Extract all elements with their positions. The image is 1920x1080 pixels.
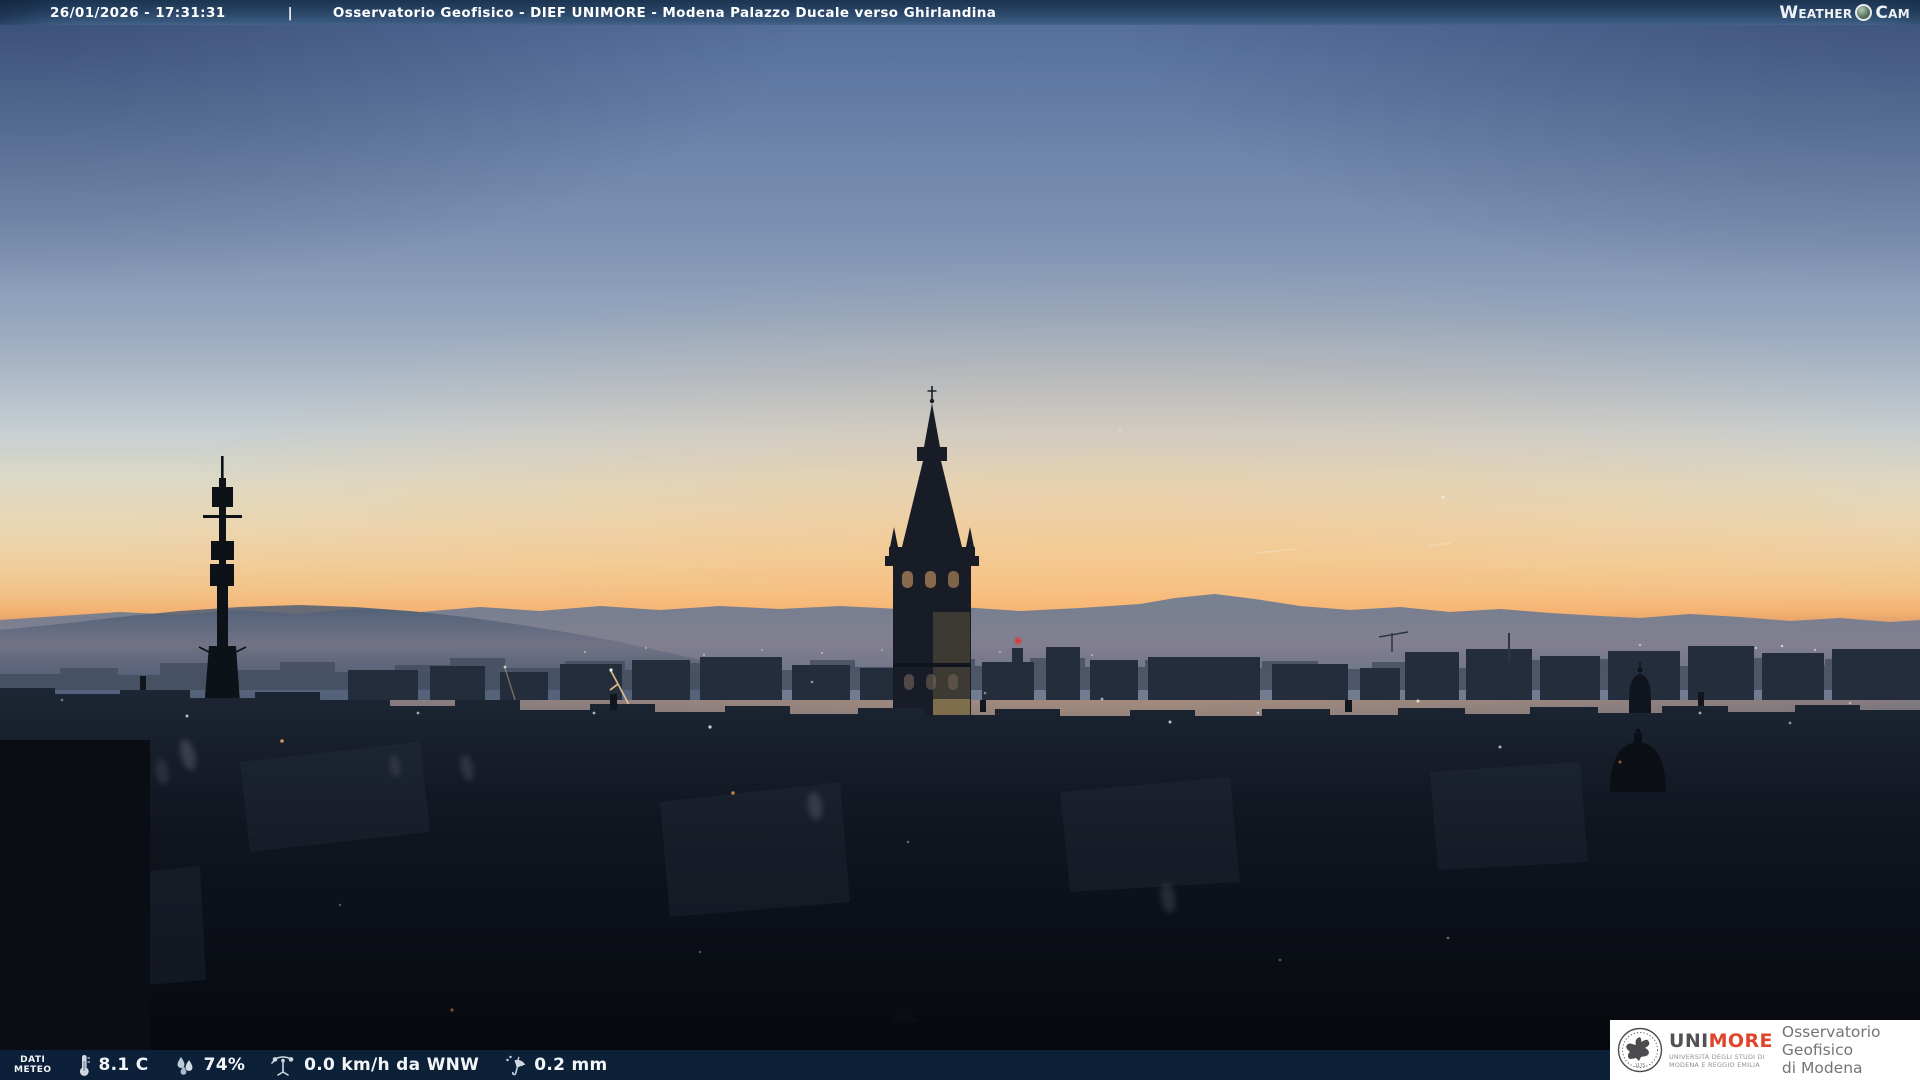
meteo-label: DATI METEO xyxy=(14,1055,52,1076)
weathercam-logo-cam: Cam xyxy=(1875,3,1910,23)
unimore-dept: UNIVERSITÀ DEGLI STUDI DI MODENA E REGGI… xyxy=(1669,1053,1773,1069)
meteo-label-line2: METEO xyxy=(14,1065,52,1075)
umbrella-icon xyxy=(503,1053,527,1077)
unimore-name: UNIMORE xyxy=(1669,1032,1773,1051)
credit-panel: 1175 UNIMORE UNIVERSITÀ DEGLI STUDI DI M… xyxy=(1610,1020,1920,1080)
weathercam-logo-weather: Weather xyxy=(1779,3,1852,23)
wind-value: 0.0 km/h da WNW xyxy=(304,1055,479,1075)
cityscape-scene xyxy=(0,0,1920,1080)
observatory-name-line2: di Modena xyxy=(1782,1059,1863,1077)
unimore-name-more: MORE xyxy=(1709,1030,1773,1052)
unimore-dept-line1: UNIVERSITÀ DEGLI STUDI DI xyxy=(1669,1053,1765,1061)
datetime-text: 26/01/2026 - 17:31:31 xyxy=(50,5,226,21)
observatory-name: Osservatorio Geofisico di Modena xyxy=(1782,1023,1920,1078)
humidity-value: 74% xyxy=(204,1055,246,1075)
weathercam-logo: Weather Cam xyxy=(1779,3,1910,23)
unimore-name-uni: UNI xyxy=(1669,1030,1709,1052)
humidity-metric: 74% xyxy=(173,1053,246,1077)
header-bar: 26/01/2026 - 17:31:31 | Osservatorio Geo… xyxy=(0,0,1920,25)
webcam-page: 26/01/2026 - 17:31:31 | Osservatorio Geo… xyxy=(0,0,1920,1080)
wind-metric: 0.0 km/h da WNW xyxy=(269,1053,479,1077)
header-separator: | xyxy=(288,5,293,21)
temperature-metric: 8.1 C xyxy=(76,1053,149,1077)
weather-data-bar: DATI METEO 8.1 C 74% xyxy=(0,1050,1610,1080)
anemometer-icon xyxy=(269,1053,297,1077)
sky-details xyxy=(1119,429,1452,553)
meteo-label-line1: DATI xyxy=(20,1055,45,1065)
observatory-name-line1: Osservatorio Geofisico xyxy=(1782,1023,1881,1059)
humidity-icon xyxy=(173,1053,197,1077)
unimore-seal-icon: 1175 xyxy=(1617,1027,1663,1073)
thermometer-icon xyxy=(76,1053,92,1077)
red-aviation-light xyxy=(1014,637,1023,646)
precipitation-metric: 0.2 mm xyxy=(503,1053,607,1077)
webcam-lens-icon xyxy=(1855,4,1872,21)
temperature-value: 8.1 C xyxy=(99,1055,149,1075)
unimore-wordmark: UNIMORE UNIVERSITÀ DEGLI STUDI DI MODENA… xyxy=(1669,1032,1773,1069)
page-title: Osservatorio Geofisico - DIEF UNIMORE - … xyxy=(333,5,996,21)
seal-year: 1175 xyxy=(1635,1063,1646,1068)
precipitation-value: 0.2 mm xyxy=(534,1055,607,1075)
unimore-dept-line2: MODENA E REGGIO EMILIA xyxy=(1669,1061,1760,1069)
